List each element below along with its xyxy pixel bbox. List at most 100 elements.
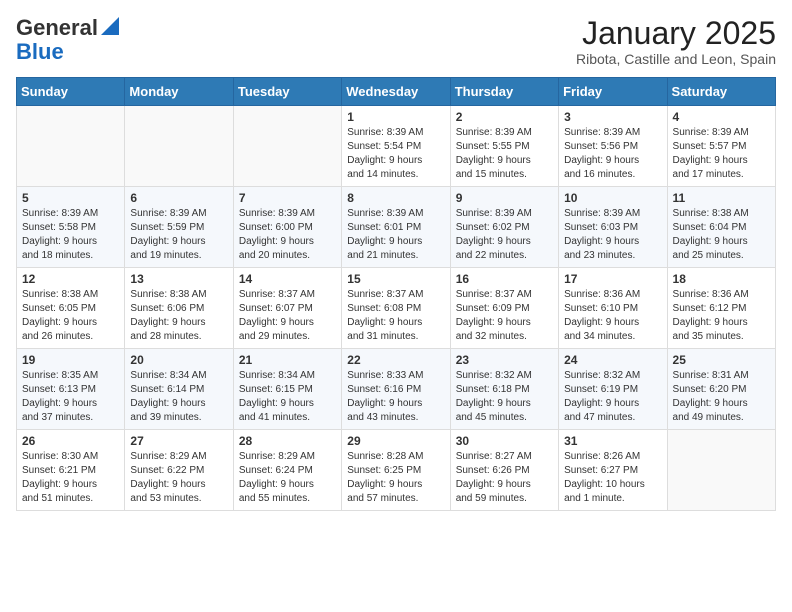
calendar-cell	[17, 106, 125, 187]
calendar-cell: 28Sunrise: 8:29 AMSunset: 6:24 PMDayligh…	[233, 430, 341, 511]
calendar-cell: 8Sunrise: 8:39 AMSunset: 6:01 PMDaylight…	[342, 187, 450, 268]
calendar-cell: 20 Sunrise: 8:34 AMSunset: 6:14 PMDayligh…	[125, 349, 233, 430]
day-info: Sunrise: 8:39 AMSunset: 5:57 PMDaylight:…	[673, 126, 770, 182]
day-number: 28	[239, 434, 336, 448]
calendar-cell: 27 Sunrise: 8:29 AMSunset: 6:22 PMDayligh…	[125, 430, 233, 511]
day-info: Sunrise: 8:32 AMSunset: 6:19 PMDaylight:…	[564, 369, 661, 425]
calendar-cell: 11 Sunrise: 8:38 AMSunset: 6:04 PMDayligh…	[667, 187, 775, 268]
calendar-cell: 19Sunrise: 8:35 AMSunset: 6:13 PMDayligh…	[17, 349, 125, 430]
header-friday: Friday	[559, 78, 667, 106]
day-number: 27	[130, 434, 227, 448]
calendar-cell: 22Sunrise: 8:33 AMSunset: 6:16 PMDayligh…	[342, 349, 450, 430]
calendar-cell	[125, 106, 233, 187]
header-thursday: Thursday	[450, 78, 558, 106]
day-info: Sunrise: 8:37 AMSunset: 6:07 PMDaylight:…	[239, 288, 336, 344]
day-number: 9	[456, 191, 553, 205]
calendar-cell	[233, 106, 341, 187]
logo-icon	[101, 17, 119, 35]
day-info: Sunrise: 8:31 AMSunset: 6:20 PMDaylight:…	[673, 369, 770, 425]
day-number: 25	[673, 353, 770, 367]
day-info: Sunrise: 8:33 AMSunset: 6:16 PMDaylight:…	[347, 369, 444, 425]
calendar-cell: 21 Sunrise: 8:34 AMSunset: 6:15 PMDayligh…	[233, 349, 341, 430]
calendar-cell: 3 Sunrise: 8:39 AMSunset: 5:56 PMDaylight…	[559, 106, 667, 187]
day-info: Sunrise: 8:36 AMSunset: 6:10 PMDaylight:…	[564, 288, 661, 344]
day-number: 14	[239, 272, 336, 286]
day-number: 20	[130, 353, 227, 367]
day-info: Sunrise: 8:39 AMSunset: 5:55 PMDaylight:…	[456, 126, 553, 182]
day-info: Sunrise: 8:39 AMSunset: 5:54 PMDaylight:…	[347, 126, 444, 182]
day-number: 13	[130, 272, 227, 286]
calendar-cell: 24 Sunrise: 8:32 AMSunset: 6:19 PMDayligh…	[559, 349, 667, 430]
day-number: 4	[673, 110, 770, 124]
logo: General Blue	[16, 16, 119, 64]
day-number: 29	[347, 434, 444, 448]
header-saturday: Saturday	[667, 78, 775, 106]
day-number: 17	[564, 272, 661, 286]
day-number: 11	[673, 191, 770, 205]
day-info: Sunrise: 8:27 AMSunset: 6:26 PMDaylight:…	[456, 450, 553, 506]
day-number: 2	[456, 110, 553, 124]
day-number: 7	[239, 191, 336, 205]
day-number: 21	[239, 353, 336, 367]
calendar-cell: 12Sunrise: 8:38 AMSunset: 6:05 PMDayligh…	[17, 268, 125, 349]
day-number: 23	[456, 353, 553, 367]
day-info: Sunrise: 8:34 AMSunset: 6:14 PMDaylight:…	[130, 369, 227, 425]
calendar-cell: 17 Sunrise: 8:36 AMSunset: 6:10 PMDayligh…	[559, 268, 667, 349]
day-info: Sunrise: 8:39 AMSunset: 6:03 PMDaylight:…	[564, 207, 661, 263]
day-info: Sunrise: 8:39 AMSunset: 6:01 PMDaylight:…	[347, 207, 444, 263]
day-number: 16	[456, 272, 553, 286]
calendar-week-2: 5 Sunrise: 8:39 AMSunset: 5:58 PMDaylight…	[17, 187, 776, 268]
calendar-header-row: SundayMondayTuesdayWednesdayThursdayFrid…	[17, 78, 776, 106]
day-info: Sunrise: 8:28 AMSunset: 6:25 PMDaylight:…	[347, 450, 444, 506]
day-info: Sunrise: 8:39 AMSunset: 6:00 PMDaylight:…	[239, 207, 336, 263]
day-number: 26	[22, 434, 119, 448]
header-sunday: Sunday	[17, 78, 125, 106]
day-info: Sunrise: 8:39 AMSunset: 6:02 PMDaylight:…	[456, 207, 553, 263]
day-info: Sunrise: 8:39 AMSunset: 5:58 PMDaylight:…	[22, 207, 119, 263]
day-info: Sunrise: 8:26 AMSunset: 6:27 PMDaylight:…	[564, 450, 661, 506]
day-info: Sunrise: 8:38 AMSunset: 6:06 PMDaylight:…	[130, 288, 227, 344]
calendar-week-3: 12Sunrise: 8:38 AMSunset: 6:05 PMDayligh…	[17, 268, 776, 349]
day-number: 18	[673, 272, 770, 286]
day-info: Sunrise: 8:30 AMSunset: 6:21 PMDaylight:…	[22, 450, 119, 506]
calendar-cell: 25 Sunrise: 8:31 AMSunset: 6:20 PMDayligh…	[667, 349, 775, 430]
day-info: Sunrise: 8:38 AMSunset: 6:04 PMDaylight:…	[673, 207, 770, 263]
calendar-cell: 18 Sunrise: 8:36 AMSunset: 6:12 PMDayligh…	[667, 268, 775, 349]
day-info: Sunrise: 8:36 AMSunset: 6:12 PMDaylight:…	[673, 288, 770, 344]
day-info: Sunrise: 8:34 AMSunset: 6:15 PMDaylight:…	[239, 369, 336, 425]
day-number: 24	[564, 353, 661, 367]
day-info: Sunrise: 8:29 AMSunset: 6:22 PMDaylight:…	[130, 450, 227, 506]
day-number: 15	[347, 272, 444, 286]
day-info: Sunrise: 8:39 AMSunset: 5:56 PMDaylight:…	[564, 126, 661, 182]
page-header: General Blue January 2025 Ribota, Castil…	[16, 16, 776, 67]
day-info: Sunrise: 8:32 AMSunset: 6:18 PMDaylight:…	[456, 369, 553, 425]
day-number: 31	[564, 434, 661, 448]
title-block: January 2025 Ribota, Castille and Leon, …	[576, 16, 776, 67]
calendar-cell: 31 Sunrise: 8:26 AMSunset: 6:27 PMDayligh…	[559, 430, 667, 511]
day-info: Sunrise: 8:37 AMSunset: 6:09 PMDaylight:…	[456, 288, 553, 344]
calendar-cell: 4 Sunrise: 8:39 AMSunset: 5:57 PMDaylight…	[667, 106, 775, 187]
month-title: January 2025	[576, 16, 776, 51]
logo-blue: Blue	[16, 40, 64, 64]
calendar-cell: 7 Sunrise: 8:39 AMSunset: 6:00 PMDaylight…	[233, 187, 341, 268]
header-tuesday: Tuesday	[233, 78, 341, 106]
logo-general: General	[16, 16, 98, 40]
day-number: 1	[347, 110, 444, 124]
location-subtitle: Ribota, Castille and Leon, Spain	[576, 51, 776, 67]
day-info: Sunrise: 8:39 AMSunset: 5:59 PMDaylight:…	[130, 207, 227, 263]
day-number: 19	[22, 353, 119, 367]
day-number: 30	[456, 434, 553, 448]
calendar-cell: 6Sunrise: 8:39 AMSunset: 5:59 PMDaylight…	[125, 187, 233, 268]
calendar-cell: 15Sunrise: 8:37 AMSunset: 6:08 PMDayligh…	[342, 268, 450, 349]
calendar-cell: 14 Sunrise: 8:37 AMSunset: 6:07 PMDayligh…	[233, 268, 341, 349]
calendar-cell: 2 Sunrise: 8:39 AMSunset: 5:55 PMDaylight…	[450, 106, 558, 187]
calendar-week-5: 26 Sunrise: 8:30 AMSunset: 6:21 PMDayligh…	[17, 430, 776, 511]
day-number: 12	[22, 272, 119, 286]
header-monday: Monday	[125, 78, 233, 106]
calendar-cell: 29 Sunrise: 8:28 AMSunset: 6:25 PMDayligh…	[342, 430, 450, 511]
day-number: 10	[564, 191, 661, 205]
calendar-week-1: 1 Sunrise: 8:39 AMSunset: 5:54 PMDaylight…	[17, 106, 776, 187]
day-number: 5	[22, 191, 119, 205]
calendar-cell: 13 Sunrise: 8:38 AMSunset: 6:06 PMDayligh…	[125, 268, 233, 349]
day-number: 3	[564, 110, 661, 124]
